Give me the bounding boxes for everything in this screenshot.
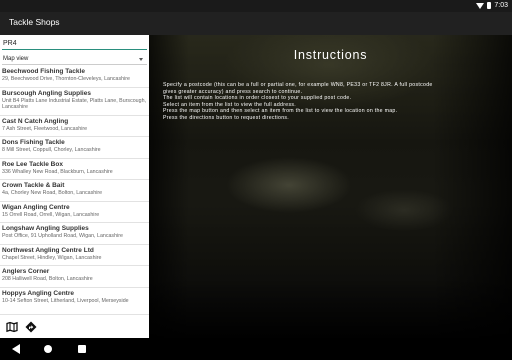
status-tray: 7:03 bbox=[476, 2, 508, 9]
shop-name: Burscough Angling Supplies bbox=[2, 89, 91, 97]
shop-name: Anglers Corner bbox=[2, 268, 50, 275]
wifi-icon bbox=[476, 2, 485, 9]
back-icon[interactable] bbox=[12, 344, 20, 354]
shop-address: 336 Whalley New Road, Blackburn, Lancash… bbox=[2, 168, 113, 175]
app-title: Tackle Shops bbox=[9, 17, 60, 27]
postcode-search-input[interactable]: PR4 bbox=[2, 38, 147, 50]
home-icon[interactable] bbox=[44, 345, 52, 353]
view-mode-selected: Map view bbox=[3, 56, 29, 62]
shop-name: Northwest Angling Centre Ltd bbox=[2, 246, 94, 254]
instruction-line: gives greater accuracy) and press search… bbox=[163, 88, 303, 95]
status-bar: 7:03 bbox=[0, 0, 512, 12]
shop-address: 10-14 Sefton Street, Litherland, Liverpo… bbox=[2, 297, 129, 304]
shop-address: 4a, Chorley New Road, Bolton, Lancashire bbox=[2, 190, 103, 196]
list-item[interactable]: Cast N Catch Angling 7 Ash Street, Fleet… bbox=[0, 116, 149, 137]
left-panel: PR4 Map view Beechwood Fishing Tackle 29… bbox=[0, 35, 149, 338]
instruction-line: The list will contain locations in order… bbox=[163, 95, 352, 102]
shop-name: Wigan Angling Centre bbox=[2, 203, 70, 211]
list-item[interactable]: Burscough Angling Supplies Unit B4 Platt… bbox=[0, 88, 149, 116]
shop-name: Longshaw Angling Supplies bbox=[2, 225, 89, 232]
status-time: 7:03 bbox=[494, 2, 508, 9]
shop-name: Dons Fishing Tackle bbox=[2, 139, 65, 146]
instructions-panel: Instructions Specify a postcode (this ca… bbox=[149, 35, 512, 338]
list-item[interactable]: Dons Fishing Tackle 8 Mill Street, Coppu… bbox=[0, 137, 149, 159]
instructions-title: Instructions bbox=[293, 48, 368, 62]
shop-address: Post Office, 91 Upholland Road, Wigan, L… bbox=[2, 233, 123, 239]
list-item[interactable]: Beechwood Fishing Tackle 29, Beechwood D… bbox=[0, 66, 149, 88]
list-item[interactable]: Longshaw Angling Supplies Post Office, 9… bbox=[0, 223, 149, 245]
shop-address: Chapel Street, Hindley, Wigan, Lancashir… bbox=[2, 254, 102, 261]
system-navigation-bar bbox=[0, 338, 512, 360]
shop-address: 29, Beechwood Drive, Thornton-Cleveleys,… bbox=[2, 76, 130, 82]
dropdown-arrow-icon bbox=[139, 58, 143, 61]
list-item[interactable]: Roe Lee Tackle Box 336 Whalley New Road,… bbox=[0, 159, 149, 180]
battery-icon bbox=[487, 2, 492, 9]
instruction-line: Select an item from the list to view the… bbox=[163, 101, 296, 108]
list-item[interactable]: Hoppys Angling Centre 10-14 Sefton Stree… bbox=[0, 288, 149, 315]
shop-address: Unit B4 Platts Lane Industrial Estate, P… bbox=[2, 97, 146, 110]
shop-name: Hoppys Angling Centre bbox=[2, 289, 74, 297]
shop-name: Roe Lee Tackle Box bbox=[2, 160, 63, 168]
shop-address: 15 Orrell Road, Orrell, Wigan, Lancashir… bbox=[2, 211, 100, 218]
instruction-line: Press the directions button to request d… bbox=[163, 114, 290, 121]
instruction-line: Specify a postcode (this can be a full o… bbox=[163, 82, 433, 88]
list-item[interactable]: Wigan Angling Centre 15 Orrell Road, Orr… bbox=[0, 202, 149, 223]
instruction-line: Press the map button and then select an … bbox=[163, 108, 398, 115]
action-bar bbox=[0, 316, 149, 338]
recent-apps-icon[interactable] bbox=[78, 345, 86, 353]
directions-icon[interactable] bbox=[25, 321, 37, 333]
background-foreground bbox=[149, 278, 512, 338]
shop-address: 7 Ash Street, Fleetwood, Lancashire bbox=[2, 125, 88, 132]
list-item[interactable]: Northwest Angling Centre Ltd Chapel Stre… bbox=[0, 245, 149, 266]
view-mode-select[interactable]: Map view bbox=[2, 53, 147, 65]
list-item[interactable]: Anglers Corner 208 Halliwell Road, Bolto… bbox=[0, 266, 149, 288]
shop-list[interactable]: Beechwood Fishing Tackle 29, Beechwood D… bbox=[0, 66, 149, 316]
shop-name: Crown Tackle & Bait bbox=[2, 182, 65, 189]
app-bar: Tackle Shops bbox=[0, 12, 512, 35]
map-icon[interactable] bbox=[6, 321, 18, 333]
shop-address: 8 Mill Street, Coppull, Chorley, Lancash… bbox=[2, 147, 101, 153]
list-item[interactable]: Crown Tackle & Bait 4a, Chorley New Road… bbox=[0, 180, 149, 202]
instructions-text: Specify a postcode (this can be a full o… bbox=[163, 82, 508, 122]
shop-name: Beechwood Fishing Tackle bbox=[2, 68, 85, 75]
shop-name: Cast N Catch Angling bbox=[2, 117, 69, 125]
shop-address: 208 Halliwell Road, Bolton, Lancashire bbox=[2, 276, 93, 282]
